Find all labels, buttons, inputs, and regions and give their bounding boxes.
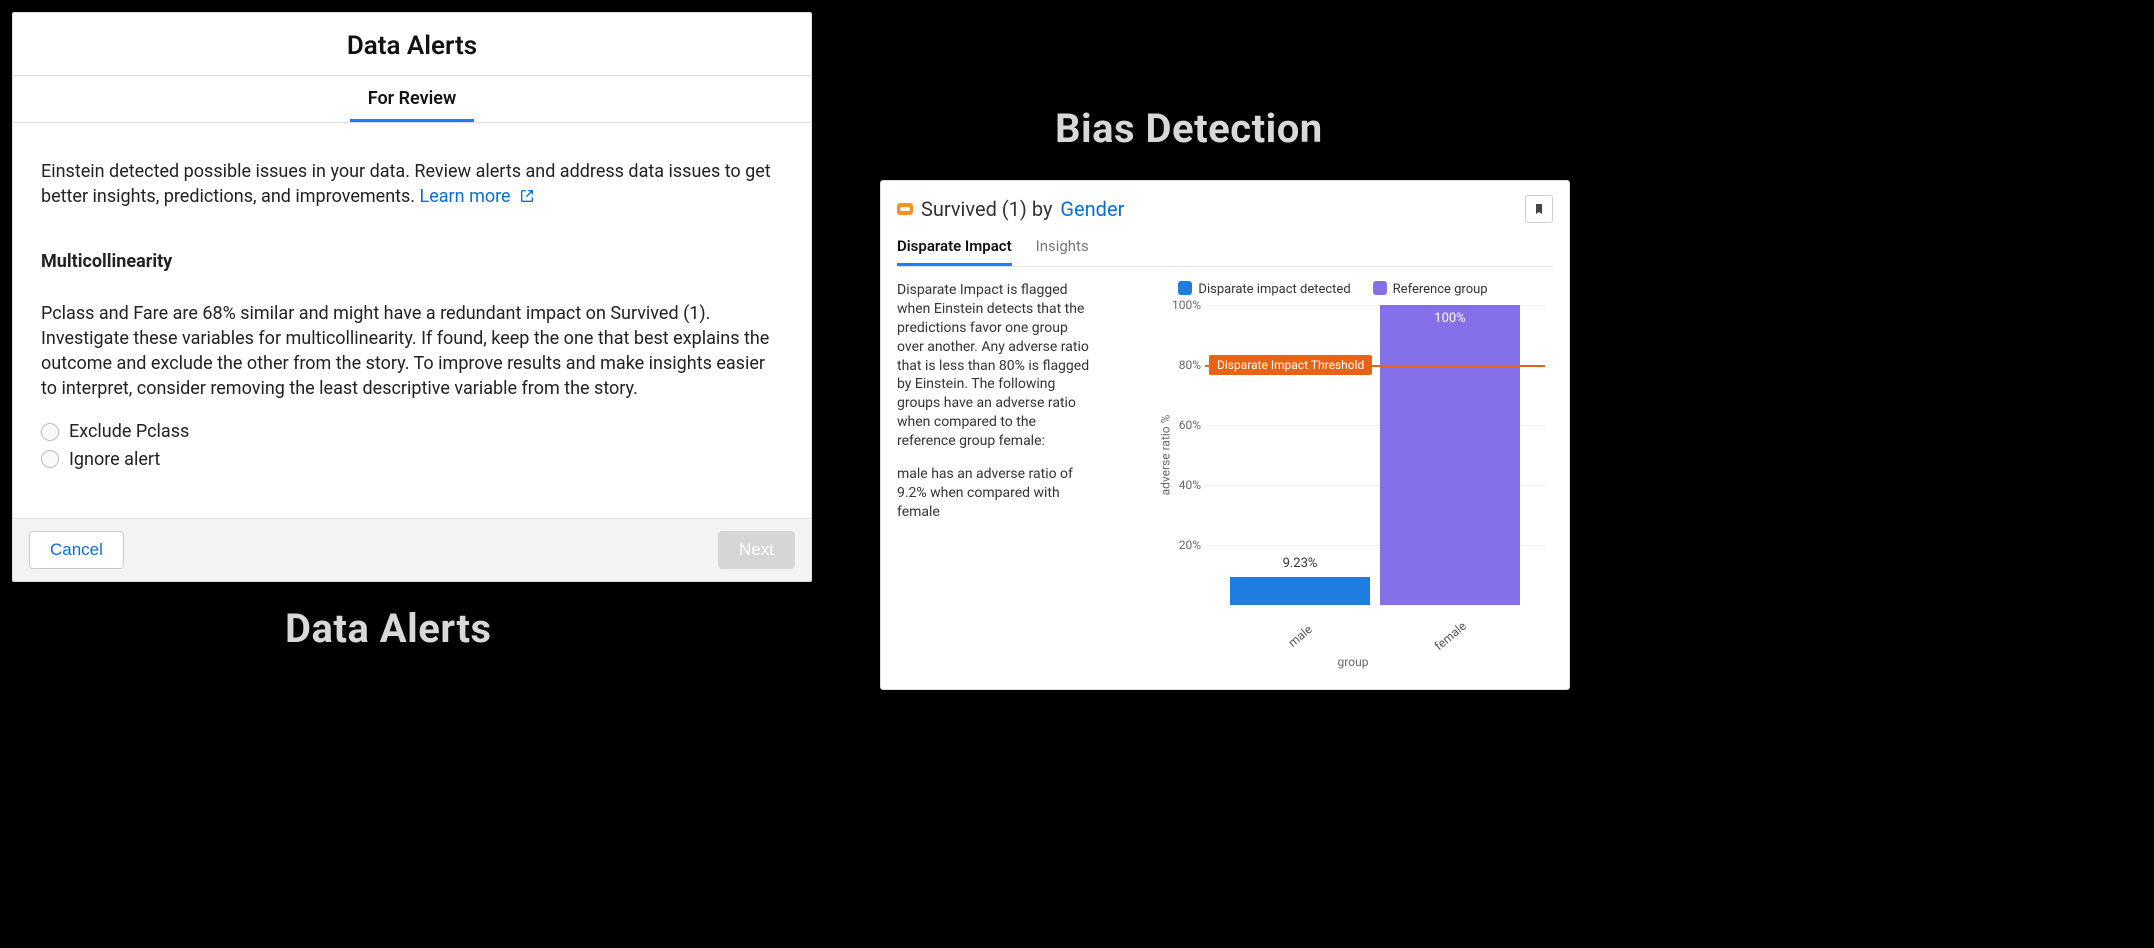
bar-value-label: 9.23% [1230, 556, 1370, 571]
chart-xcat: male [1230, 629, 1370, 643]
bias-para-1: Disparate Impact is flagged when Einstei… [897, 281, 1097, 451]
legend-item-detected: Disparate impact detected [1178, 281, 1350, 297]
disparate-impact-chart: Disparate impact detected Reference grou… [1113, 281, 1553, 681]
chart-legend: Disparate impact detected Reference grou… [1113, 281, 1553, 297]
data-alerts-panel: Data Alerts For Review Einstein detected… [12, 12, 812, 582]
legend-label: Disparate impact detected [1198, 282, 1350, 297]
bias-body: Disparate Impact is flagged when Einstei… [897, 281, 1553, 681]
chart-plot-area: adverse ratio % 20%40%60%80%100% Dispara… [1165, 305, 1545, 605]
bookmark-icon [1533, 202, 1545, 216]
learn-more-text: Learn more [420, 186, 511, 207]
bias-para-2: male has an adverse ratio of 9.2% when c… [897, 465, 1097, 522]
alerts-intro-text: Einstein detected possible issues in you… [41, 161, 771, 207]
option-label: Exclude Pclass [69, 419, 189, 444]
radio-icon [41, 450, 59, 468]
cancel-button[interactable]: Cancel [29, 531, 124, 569]
legend-swatch-icon [1373, 281, 1387, 295]
legend-item-reference: Reference group [1373, 281, 1488, 297]
bias-header: Survived (1) by Gender [897, 195, 1553, 223]
data-alerts-title: Data Alerts [13, 13, 811, 76]
bookmark-button[interactable] [1525, 195, 1553, 223]
chart-xcats: male female [1205, 629, 1545, 643]
tab-insights[interactable]: Insights [1036, 231, 1089, 266]
bias-title-field[interactable]: Gender [1060, 197, 1124, 221]
alert-section-desc: Pclass and Fare are 68% similar and migh… [41, 301, 783, 402]
category-icon [897, 203, 913, 215]
alerts-tabs: For Review [13, 76, 811, 123]
chart-bar[interactable]: 100% [1380, 305, 1520, 605]
alerts-footer: Cancel Next [13, 518, 811, 581]
alerts-body: Einstein detected possible issues in you… [13, 123, 811, 518]
option-label: Ignore alert [69, 447, 160, 472]
chart-bars: 9.23% 100% [1205, 305, 1545, 605]
alert-section-title: Multicollinearity [41, 249, 783, 274]
caption-data-alerts: Data Alerts [285, 605, 492, 652]
chart-xlabel: group [1113, 655, 1553, 669]
bias-title-prefix: Survived (1) by [921, 197, 1052, 221]
radio-icon [41, 423, 59, 441]
bias-detection-panel: Survived (1) by Gender Disparate Impact … [880, 180, 1570, 690]
external-link-icon [519, 186, 535, 211]
option-exclude-pclass[interactable]: Exclude Pclass [41, 419, 783, 444]
bar-value-label: 100% [1380, 311, 1520, 326]
bias-tabs: Disparate Impact Insights [897, 231, 1553, 267]
learn-more-link[interactable]: Learn more [420, 186, 536, 207]
threshold-label: Disparate Impact Threshold [1209, 355, 1372, 375]
chart-bar[interactable]: 9.23% [1230, 305, 1370, 605]
bias-description: Disparate Impact is flagged when Einstei… [897, 281, 1097, 681]
legend-label: Reference group [1393, 282, 1488, 297]
tab-disparate-impact[interactable]: Disparate Impact [897, 231, 1012, 266]
chart-xcat: female [1380, 629, 1520, 643]
alerts-intro: Einstein detected possible issues in you… [41, 159, 783, 211]
next-button[interactable]: Next [718, 531, 795, 569]
legend-swatch-icon [1178, 281, 1192, 295]
tab-for-review[interactable]: For Review [350, 76, 475, 122]
bias-title: Survived (1) by Gender [897, 197, 1124, 221]
option-ignore-alert[interactable]: Ignore alert [41, 447, 783, 472]
caption-bias-detection: Bias Detection [1055, 105, 1323, 152]
